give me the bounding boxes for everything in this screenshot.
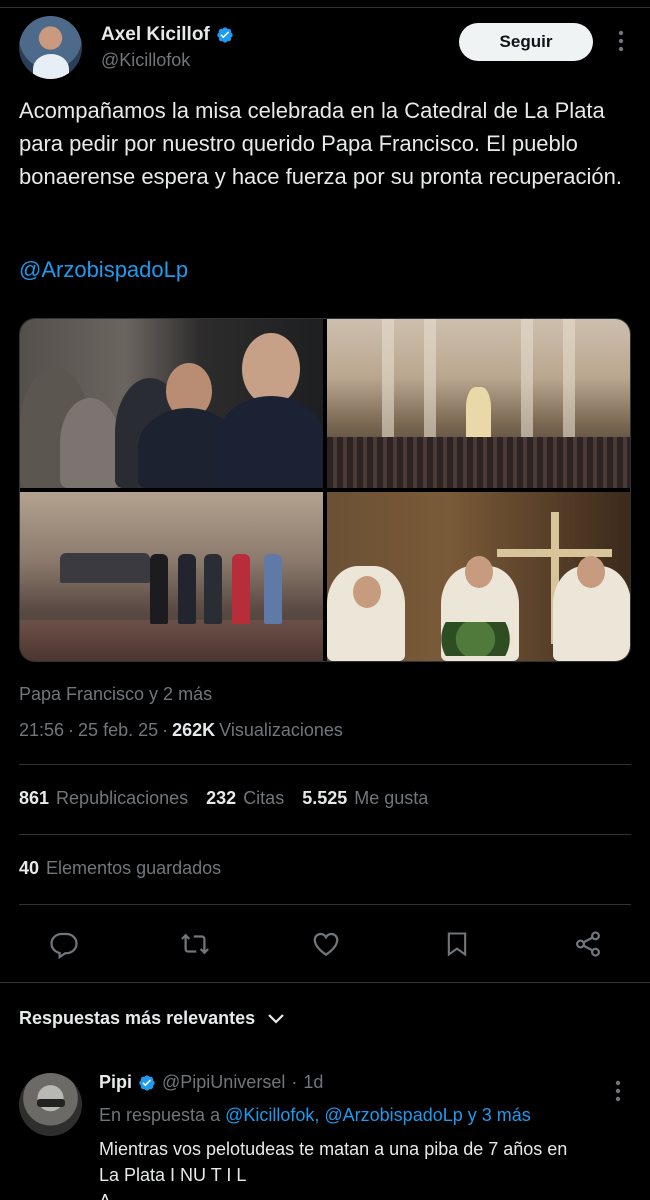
follow-button[interactable]: Seguir <box>459 23 593 61</box>
reply-age[interactable]: 1d <box>303 1072 323 1093</box>
reply-text: Mientras vos pelotudeas te matan a una p… <box>99 1136 639 1200</box>
bookmarks-label: Elementos guardados <box>46 858 222 878</box>
divider <box>0 982 650 983</box>
tweet-meta: 21:56 · 25 feb. 25 · 262K Visualizacione… <box>19 720 343 740</box>
top-divider <box>0 0 650 8</box>
reposts-count[interactable]: 861 <box>19 788 49 809</box>
media-photo-2[interactable] <box>327 319 630 488</box>
views-count: 262K <box>172 720 216 740</box>
author-avatar[interactable] <box>19 16 82 79</box>
divider <box>19 904 631 905</box>
more-icon[interactable] <box>611 26 631 56</box>
tweet-detail-page: Axel Kicillof @Kicillofok Seguir Acompañ… <box>0 0 650 1200</box>
reply-text-line: A <box>99 1188 639 1200</box>
repost-icon[interactable] <box>177 926 213 962</box>
divider <box>19 834 631 835</box>
divider <box>19 764 631 765</box>
reposts-label[interactable]: Republicaciones <box>56 788 188 809</box>
in-reply-prefix: En respuesta a <box>99 1105 221 1125</box>
replies-sort[interactable]: Respuestas más relevantes <box>19 1008 285 1029</box>
media-grid <box>19 318 631 662</box>
bookmarks-stats: 40 Elementos guardados <box>19 858 239 879</box>
engagement-stats: 861 Republicaciones 232 Citas 5.525 Me g… <box>19 788 446 809</box>
tweet-date: 25 feb. 25 <box>78 720 159 740</box>
replies-sort-label[interactable]: Respuestas más relevantes <box>19 1008 255 1029</box>
quotes-count[interactable]: 232 <box>206 788 236 809</box>
verified-badge-icon <box>138 1074 156 1092</box>
reply-author-name[interactable]: Pipi <box>99 1072 132 1093</box>
reply-text-line: La Plata I NU T I L <box>99 1165 247 1185</box>
reply-avatar[interactable] <box>19 1073 82 1136</box>
tagged-users[interactable]: Papa Francisco y 2 más <box>19 684 212 705</box>
media-photo-3[interactable] <box>20 492 323 661</box>
share-icon[interactable] <box>570 926 606 962</box>
reply-header: Pipi @PipiUniversel · 1d <box>99 1072 324 1093</box>
mention-link[interactable]: @ArzobispadoLp <box>19 257 188 283</box>
tweet-time: 21:56 <box>19 720 65 740</box>
like-icon[interactable] <box>308 926 344 962</box>
media-photo-4[interactable] <box>327 492 630 661</box>
in-reply-targets[interactable]: @Kicillofok, @ArzobispadoLp y 3 más <box>225 1105 531 1125</box>
tweet-text: Acompañamos la misa celebrada en la Cate… <box>19 98 622 189</box>
quotes-label[interactable]: Citas <box>243 788 284 809</box>
author-name[interactable]: Axel Kicillof <box>101 24 210 46</box>
reply-text-line: Mientras vos pelotudeas te matan a una p… <box>99 1139 568 1159</box>
bookmarks-count: 40 <box>19 858 40 878</box>
media-photo-1[interactable] <box>20 319 323 488</box>
reply-author-handle[interactable]: @PipiUniversel <box>162 1072 285 1093</box>
more-icon[interactable] <box>608 1076 628 1106</box>
likes-label[interactable]: Me gusta <box>354 788 428 809</box>
author-handle[interactable]: @Kicillofok <box>101 50 234 71</box>
tweet-actions <box>46 925 606 963</box>
in-reply-to: En respuesta a @Kicillofok, @Arzobispado… <box>99 1105 531 1126</box>
reply-icon[interactable] <box>46 926 82 962</box>
chevron-down-icon[interactable] <box>267 1013 285 1025</box>
author-block: Axel Kicillof @Kicillofok <box>101 24 234 71</box>
views-label: Visualizaciones <box>219 720 343 740</box>
verified-badge-icon <box>216 26 234 44</box>
tweet-header: Axel Kicillof @Kicillofok Seguir <box>19 16 631 80</box>
bookmark-icon[interactable] <box>439 926 475 962</box>
likes-count[interactable]: 5.525 <box>302 788 347 809</box>
